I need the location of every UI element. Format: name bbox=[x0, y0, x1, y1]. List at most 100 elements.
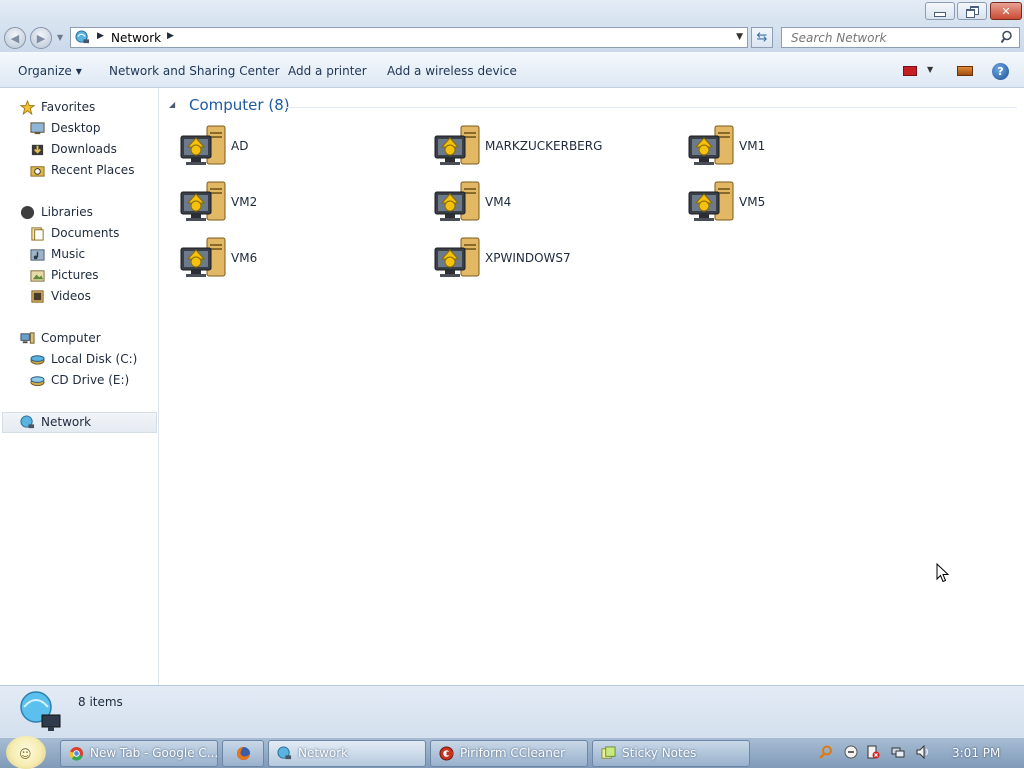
nav-pictures-label: Pictures bbox=[51, 268, 99, 282]
restore-button[interactable] bbox=[957, 2, 987, 20]
nav-cd-drive-label: CD Drive (E:) bbox=[51, 373, 130, 387]
taskbar-ccleaner-label: Piriform CCleaner bbox=[460, 746, 566, 760]
title-bar: ✕ bbox=[0, 0, 1024, 24]
network-sharing-center-button[interactable]: Network and Sharing Center bbox=[109, 64, 280, 78]
computer-name: XPWINDOWS7 bbox=[485, 251, 571, 265]
computer-item[interactable]: AD bbox=[179, 124, 419, 174]
taskbar-ccleaner[interactable]: Piriform CCleaner bbox=[430, 740, 588, 767]
search-icon[interactable] bbox=[1001, 30, 1015, 44]
nav-network[interactable]: Network bbox=[2, 412, 157, 433]
mouse-cursor-icon bbox=[936, 563, 950, 583]
start-orb-icon: ☺ bbox=[19, 747, 32, 761]
view-options-dropdown-icon[interactable]: ▼ bbox=[927, 65, 933, 74]
libraries-icon bbox=[20, 205, 35, 220]
forward-arrow-icon: ▶ bbox=[36, 31, 46, 45]
taskbar-sticky-notes[interactable]: Sticky Notes bbox=[592, 740, 750, 767]
add-wireless-device-button[interactable]: Add a wireless device bbox=[387, 64, 517, 78]
command-bar: Organize ▼ Network and Sharing Center Add… bbox=[0, 52, 1024, 88]
nav-recent-label: Recent Places bbox=[51, 163, 135, 177]
nav-local-disk-label: Local Disk (C:) bbox=[51, 352, 138, 366]
search-box[interactable] bbox=[781, 27, 1020, 48]
network-computer-icon bbox=[688, 181, 734, 221]
taskbar-network-label: Network bbox=[298, 746, 349, 760]
messenger-icon[interactable] bbox=[844, 745, 858, 759]
taskbar-chrome-label: New Tab - Google C... bbox=[90, 746, 218, 760]
refresh-icon: ⇆ bbox=[756, 30, 768, 45]
computer-name: VM2 bbox=[231, 195, 258, 209]
desktop-icon bbox=[30, 122, 45, 135]
nav-desktop-label: Desktop bbox=[51, 121, 101, 135]
computer-name: VM5 bbox=[739, 195, 766, 209]
taskbar-sticky-notes-label: Sticky Notes bbox=[622, 746, 697, 760]
action-center-icon[interactable] bbox=[866, 745, 880, 759]
back-button[interactable]: ◀ bbox=[4, 27, 26, 49]
clock[interactable]: 3:01 PM bbox=[952, 746, 1000, 760]
help-icon[interactable]: ? bbox=[992, 63, 1009, 80]
star-icon bbox=[20, 100, 35, 115]
chevron-down-icon: ▼ bbox=[75, 67, 82, 76]
volume-icon[interactable] bbox=[916, 745, 930, 759]
start-button[interactable]: ☺ bbox=[6, 736, 46, 769]
back-arrow-icon: ◀ bbox=[10, 31, 20, 45]
nav-videos-label: Videos bbox=[51, 289, 91, 303]
breadcrumb-separator-icon[interactable]: ▶ bbox=[97, 31, 104, 41]
network-icon bbox=[75, 30, 90, 44]
address-dropdown-icon[interactable]: ▼ bbox=[736, 32, 743, 42]
cd-drive-icon bbox=[30, 376, 45, 387]
nav-computer-label: Computer bbox=[41, 331, 101, 345]
network-computer-icon bbox=[434, 237, 480, 277]
computer-name: MARKZUCKERBERG bbox=[485, 139, 603, 153]
nav-music-label: Music bbox=[51, 247, 86, 261]
address-row: ◀ ▶ ▼ ▶ Network ▶ ▼ ⇆ bbox=[0, 24, 1024, 52]
network-tray-icon[interactable] bbox=[891, 745, 905, 759]
taskbar-chrome[interactable]: New Tab - Google C... bbox=[60, 740, 218, 767]
forward-button[interactable]: ▶ bbox=[30, 27, 52, 49]
computer-item[interactable]: VM5 bbox=[687, 180, 927, 230]
change-view-icon[interactable] bbox=[903, 66, 917, 76]
taskbar-firefox[interactable] bbox=[222, 740, 264, 767]
nav-downloads-label: Downloads bbox=[51, 142, 117, 156]
network-computer-icon bbox=[180, 237, 226, 277]
nav-favorites-label: Favorites bbox=[41, 100, 96, 114]
minimize-button[interactable] bbox=[925, 2, 955, 20]
taskbar: ☺ New Tab - Google C... Network Piriform… bbox=[0, 736, 1024, 769]
network-icon bbox=[20, 415, 35, 429]
computer-item[interactable]: VM1 bbox=[687, 124, 927, 174]
computer-item[interactable]: VM2 bbox=[179, 180, 419, 230]
search-input[interactable] bbox=[789, 30, 993, 46]
close-icon: ✕ bbox=[1001, 4, 1011, 18]
address-bar[interactable]: ▶ Network ▶ ▼ bbox=[70, 27, 748, 48]
search-tray-icon[interactable] bbox=[819, 745, 833, 759]
nav-libraries-label: Libraries bbox=[41, 205, 93, 219]
network-computer-icon bbox=[434, 125, 480, 165]
taskbar-network[interactable]: Network bbox=[268, 740, 426, 767]
breadcrumb-separator-icon[interactable]: ▶ bbox=[167, 31, 174, 41]
recent-pages-dropdown[interactable]: ▼ bbox=[57, 33, 63, 42]
network-icon bbox=[20, 691, 61, 731]
computer-name: VM1 bbox=[739, 139, 766, 153]
close-button[interactable]: ✕ bbox=[990, 2, 1022, 20]
network-computer-icon bbox=[180, 125, 226, 165]
group-header-computer[interactable]: ◢ Computer (8) bbox=[167, 96, 1017, 116]
organize-menu[interactable]: Organize ▼ bbox=[18, 64, 82, 78]
item-count: 8 items bbox=[78, 695, 123, 709]
status-bar: 8 items bbox=[0, 685, 1024, 737]
group-title: Computer (8) bbox=[189, 96, 290, 114]
ccleaner-icon bbox=[439, 746, 454, 761]
firefox-icon bbox=[236, 746, 251, 761]
preview-pane-icon[interactable] bbox=[957, 66, 973, 76]
computer-item[interactable]: VM4 bbox=[433, 180, 673, 230]
music-icon bbox=[30, 249, 45, 261]
computer-item[interactable]: MARKZUCKERBERG bbox=[433, 124, 673, 174]
computer-item[interactable]: XPWINDOWS7 bbox=[433, 236, 673, 286]
computer-item[interactable]: VM6 bbox=[179, 236, 419, 286]
add-printer-button[interactable]: Add a printer bbox=[288, 64, 367, 78]
organize-label: Organize bbox=[18, 64, 72, 78]
videos-icon bbox=[31, 290, 44, 303]
group-divider bbox=[285, 107, 1017, 108]
nav-network-label: Network bbox=[41, 415, 92, 429]
collapse-group-icon[interactable]: ◢ bbox=[169, 100, 175, 109]
breadcrumb-network[interactable]: Network bbox=[111, 31, 161, 45]
computer-name: VM4 bbox=[485, 195, 512, 209]
refresh-button[interactable]: ⇆ bbox=[751, 27, 773, 48]
